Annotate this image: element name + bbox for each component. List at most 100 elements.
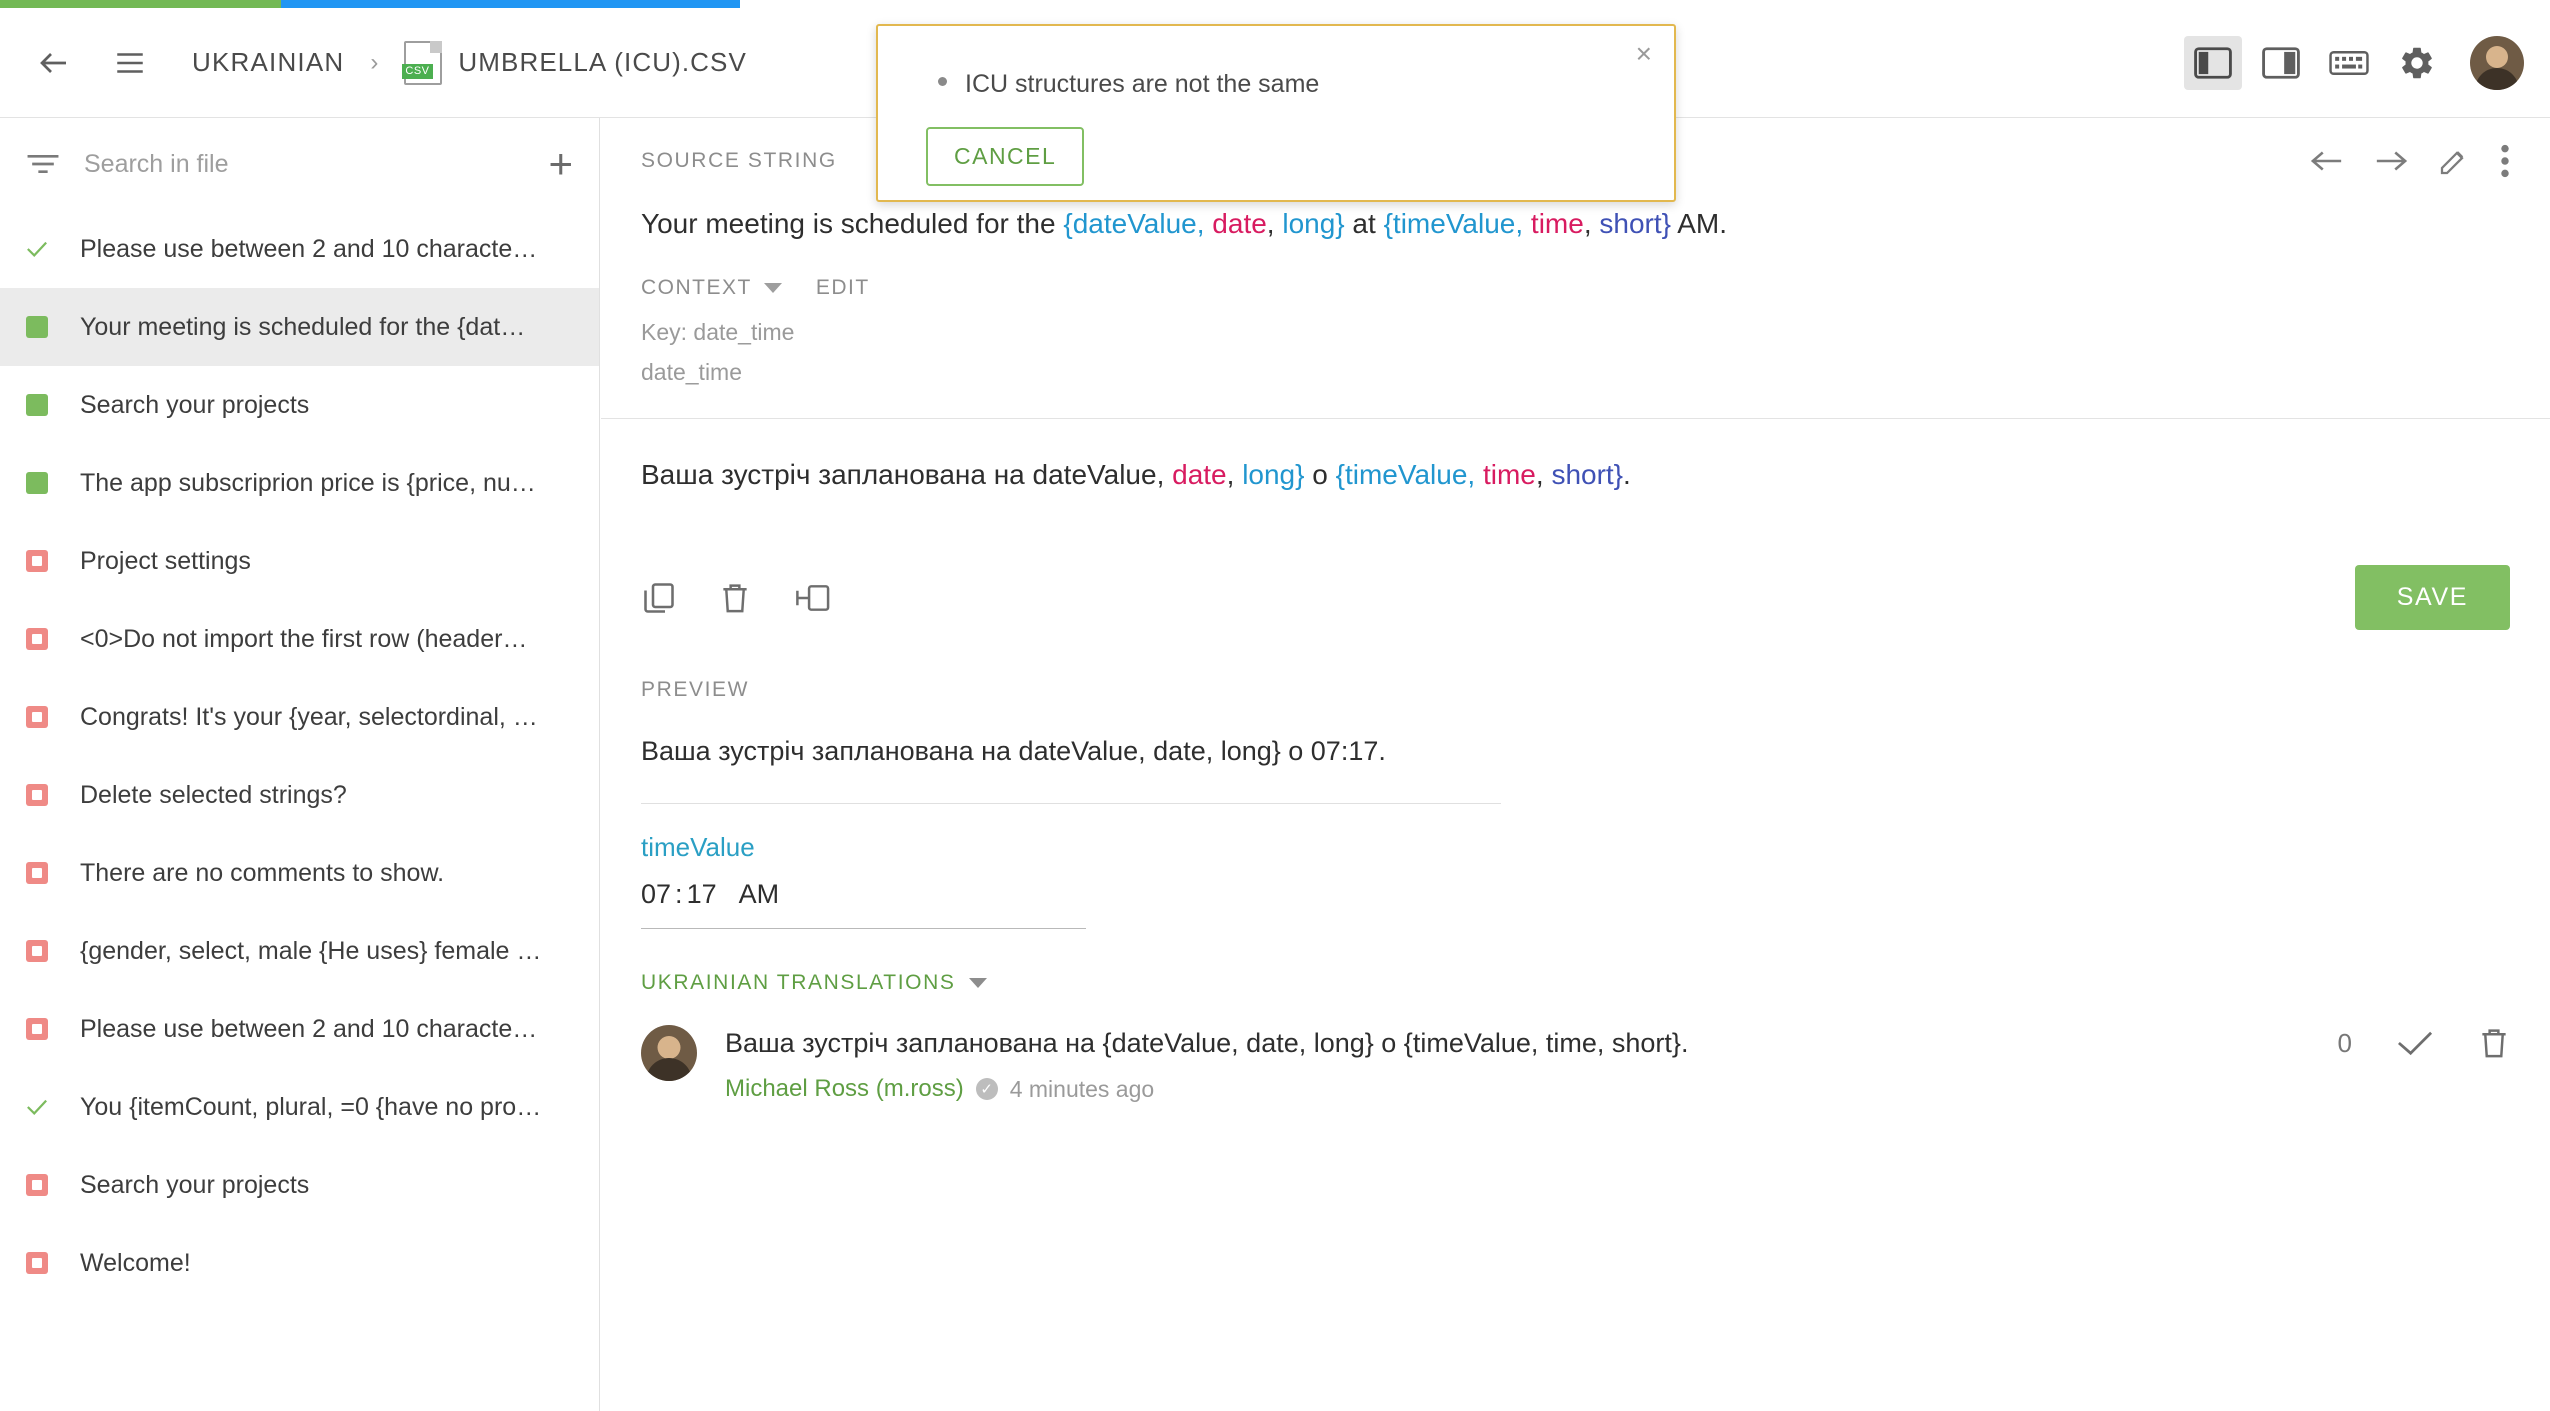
context-row: CONTEXT EDIT xyxy=(601,254,2550,300)
progress-segment-translated xyxy=(0,0,281,8)
progress-segment-approved xyxy=(280,0,740,8)
string-fragment: time xyxy=(1530,208,1584,239)
string-list-item[interactable]: Your meeting is scheduled for the {dat… xyxy=(0,288,599,366)
gear-icon xyxy=(2402,47,2432,78)
string-list-item-label: {gender, select, male {He uses} female … xyxy=(80,936,542,965)
string-list-item-label: Please use between 2 and 10 characte… xyxy=(80,234,538,263)
editor-panel: SOURCE STRING Your meeting is scheduled … xyxy=(601,118,2550,1411)
status-indicator xyxy=(26,706,48,728)
string-list-item[interactable]: Delete selected strings? xyxy=(0,756,599,834)
string-list-item[interactable]: {gender, select, male {He uses} female … xyxy=(0,912,599,990)
keyboard-icon xyxy=(2329,50,2369,75)
search-input[interactable] xyxy=(82,148,529,180)
status-indicator xyxy=(26,316,48,338)
validation-toast: × ICU structures are not the same CANCEL xyxy=(876,24,1676,202)
string-fragment: short} xyxy=(1551,459,1624,490)
toast-cancel-button[interactable]: CANCEL xyxy=(926,127,1085,186)
copy-source-button[interactable] xyxy=(641,580,677,616)
keyboard-shortcuts-button[interactable] xyxy=(2320,36,2378,90)
delete-translation-button[interactable] xyxy=(2478,1025,2510,1061)
string-list-item-label: <0>Do not import the first row (header… xyxy=(80,624,528,653)
translation-author-name[interactable]: Michael Ross (m.ross) xyxy=(725,1075,964,1103)
edit-source-button[interactable] xyxy=(2438,145,2470,177)
string-fragment: , xyxy=(1226,459,1243,490)
previous-string-button[interactable] xyxy=(2310,146,2344,176)
string-list-item-label: Delete selected strings? xyxy=(80,780,347,809)
string-list-item[interactable]: <0>Do not import the first row (header… xyxy=(0,600,599,678)
string-fragment: short} xyxy=(1599,208,1671,239)
status-indicator xyxy=(26,862,48,884)
string-fragment: Your meeting is scheduled for the xyxy=(641,208,1064,239)
status-indicator xyxy=(26,784,48,806)
preview-field-label: timeValue xyxy=(641,832,755,862)
string-fragment: {timeValue, xyxy=(1335,459,1483,490)
translation-entry-actions: 0 xyxy=(2338,1025,2510,1061)
status-indicator xyxy=(26,1018,48,1040)
string-list-item-label: Search your projects xyxy=(80,1170,310,1199)
string-fragment: {timeValue, xyxy=(1383,208,1531,239)
translation-input[interactable]: Ваша зустріч запланована на dateValue, d… xyxy=(601,419,2550,539)
approve-translation-button[interactable] xyxy=(2396,1028,2434,1058)
string-fragment: at xyxy=(1344,208,1384,239)
toast-message-row: ICU structures are not the same xyxy=(878,26,1674,99)
breadcrumb-file[interactable]: UMBRELLA (ICU).CSV xyxy=(458,47,747,78)
string-fragment: {dateValue, xyxy=(1063,208,1213,239)
add-string-button[interactable]: + xyxy=(548,143,573,185)
menu-button[interactable] xyxy=(102,35,158,91)
source-string-text: Your meeting is scheduled for the {dateV… xyxy=(601,204,2550,254)
clear-translation-button[interactable] xyxy=(719,580,751,616)
string-fragment: date xyxy=(1212,208,1267,239)
next-string-button[interactable] xyxy=(2374,146,2408,176)
status-indicator xyxy=(26,472,48,494)
save-button[interactable]: SAVE xyxy=(2354,565,2510,630)
bullet-icon xyxy=(938,77,947,86)
time-minute[interactable]: 17 xyxy=(687,879,717,910)
string-list-item[interactable]: Search your projects xyxy=(0,366,599,444)
layout-left-panel-button[interactable] xyxy=(2184,35,2242,90)
time-hour[interactable]: 07 xyxy=(641,879,671,910)
string-list-item[interactable]: You {itemCount, plural, =0 {have no pro… xyxy=(0,1068,599,1146)
string-list-item-label: There are no comments to show. xyxy=(80,858,445,887)
string-fragment: , xyxy=(1583,208,1600,239)
string-fragment: long} xyxy=(1282,208,1345,239)
source-string-label: SOURCE STRING xyxy=(641,149,837,172)
user-avatar[interactable] xyxy=(2470,35,2524,90)
string-list-item[interactable]: The app subscriprion price is {price, nu… xyxy=(0,444,599,522)
translations-header[interactable]: UKRAINIAN TRANSLATIONS xyxy=(601,929,2550,995)
context-toggle[interactable]: CONTEXT xyxy=(641,276,782,300)
string-list-item[interactable]: Welcome! xyxy=(0,1224,599,1302)
insert-placeholder-button[interactable] xyxy=(793,581,831,615)
string-list-item[interactable]: Please use between 2 and 10 characte… xyxy=(0,990,599,1068)
string-list-item[interactable]: Search your projects xyxy=(0,1146,599,1224)
string-fragment: AM. xyxy=(1671,208,1728,239)
chevron-down-icon xyxy=(969,978,988,988)
status-indicator xyxy=(26,940,48,962)
string-list-item[interactable]: Please use between 2 and 10 characte… xyxy=(0,210,599,288)
string-fragment: time xyxy=(1482,459,1536,490)
arrow-left-icon xyxy=(2310,151,2342,171)
layout-right-panel-button[interactable] xyxy=(2252,36,2310,90)
more-options-button[interactable] xyxy=(2500,144,2510,178)
string-fragment: Ваша зустріч запланована на dateValue, xyxy=(641,459,1173,490)
time-ampm[interactable]: AM xyxy=(739,879,780,910)
preview-header: PREVIEW xyxy=(601,660,2550,720)
strings-sidebar: + Please use between 2 and 10 characte… Y… xyxy=(0,118,600,1411)
file-progress-bar xyxy=(0,0,2550,8)
time-value-input[interactable]: 07 : 17 AM xyxy=(641,879,1086,929)
translation-entry-text[interactable]: Ваша зустріч запланована на {dateValue, … xyxy=(725,1025,1688,1061)
string-list-item[interactable]: There are no comments to show. xyxy=(0,834,599,912)
settings-button[interactable] xyxy=(2388,36,2446,90)
string-list-item-label: Search your projects xyxy=(80,390,310,419)
context-edit-button[interactable]: EDIT xyxy=(816,276,870,300)
csv-badge-label: CSV xyxy=(402,63,433,79)
breadcrumb-language[interactable]: UKRAINIAN xyxy=(192,47,344,78)
close-icon[interactable]: × xyxy=(1636,40,1652,68)
check-icon xyxy=(2398,1031,2433,1056)
string-list-item[interactable]: Congrats! It's your {year, selectordinal… xyxy=(0,678,599,756)
context-description: date_time xyxy=(641,359,743,385)
string-list-item[interactable]: Project settings xyxy=(0,522,599,600)
translation-entry-meta: Michael Ross (m.ross) ✓ 4 minutes ago xyxy=(725,1075,1688,1103)
filter-icon[interactable] xyxy=(26,151,60,177)
context-body: Key: date_time date_time xyxy=(601,300,2550,392)
back-button[interactable] xyxy=(26,35,82,91)
